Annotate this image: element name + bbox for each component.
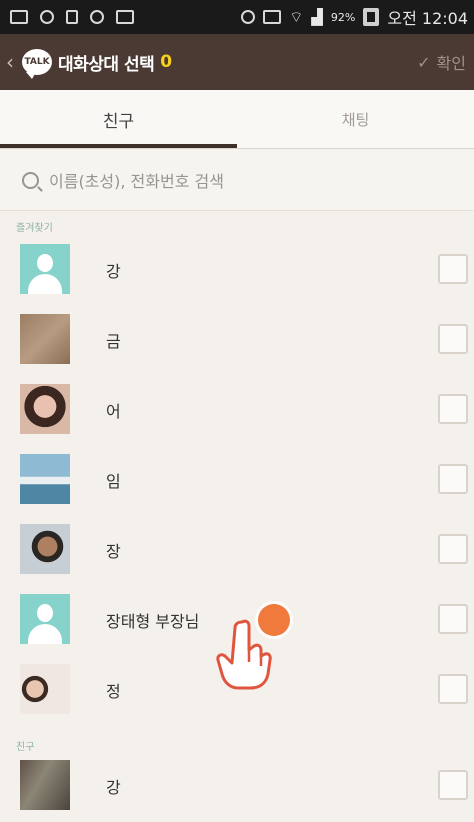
- contact-photo: [20, 454, 70, 504]
- talk-logo-text: TALK: [24, 57, 50, 67]
- confirm-label: 확인: [436, 54, 466, 73]
- contact-name: 임: [106, 472, 121, 491]
- wifi-icon: ⌔: [289, 7, 304, 26]
- talk-logo-icon: TALK: [22, 49, 52, 79]
- volte-icon: [263, 10, 282, 24]
- default-person-icon: [20, 594, 70, 644]
- contact-row[interactable]: 금: [0, 306, 474, 376]
- select-checkbox[interactable]: [438, 324, 468, 354]
- screen-notification-icon: [116, 10, 134, 24]
- contact-row[interactable]: 장: [0, 516, 474, 586]
- select-checkbox[interactable]: [438, 394, 468, 424]
- battery-percent: 92%: [330, 10, 356, 24]
- contact-name: 강: [106, 262, 121, 281]
- contact-name: 어: [106, 402, 121, 421]
- contact-photo: [20, 314, 70, 364]
- select-checkbox[interactable]: [438, 254, 468, 284]
- usb-notification-icon: [90, 10, 104, 24]
- contact-photo: [20, 384, 70, 434]
- app-header: ‹ TALK 대화상대 선택 0 ✓ 확인: [0, 34, 474, 90]
- section-header-favorites: 즐겨찾기: [16, 223, 53, 234]
- search-input[interactable]: 이름(초성), 전화번호 검색: [49, 168, 224, 192]
- tab-divider: [0, 148, 474, 149]
- contact-row[interactable]: 강: [0, 236, 474, 306]
- battery-icon: [363, 8, 380, 26]
- contact-name: 금: [106, 332, 121, 351]
- section-header-friends: 친구: [16, 742, 35, 753]
- contact-name: 장태형 부장님: [106, 612, 200, 631]
- confirm-button[interactable]: ✓ 확인: [417, 50, 466, 74]
- sync-notification-icon: [40, 10, 54, 24]
- contact-name: 정: [106, 682, 121, 701]
- tab-bar: 친구 채팅: [0, 90, 474, 148]
- selected-count: 0: [160, 52, 173, 72]
- select-checkbox[interactable]: [438, 604, 468, 634]
- contact-photo: [20, 760, 70, 810]
- status-bar: ⌔ ▟ 92% 오전 12:04: [0, 0, 474, 34]
- back-chevron-icon[interactable]: ‹: [6, 50, 20, 74]
- download-notification-icon: [66, 10, 78, 24]
- tab-friends[interactable]: 친구: [0, 90, 237, 148]
- contact-name: 장: [106, 542, 121, 561]
- clock: 오전 12:04: [387, 9, 468, 28]
- contact-photo: [20, 664, 70, 714]
- contact-name: 강: [106, 778, 121, 797]
- search-icon: [22, 171, 39, 189]
- contact-row[interactable]: 어: [0, 376, 474, 446]
- tab-chats[interactable]: 채팅: [237, 90, 474, 148]
- contact-row[interactable]: 강: [0, 752, 474, 822]
- select-checkbox[interactable]: [438, 770, 468, 800]
- search-bar[interactable]: 이름(초성), 전화번호 검색: [0, 150, 474, 211]
- check-icon: ✓: [417, 52, 431, 72]
- select-checkbox[interactable]: [438, 674, 468, 704]
- select-checkbox[interactable]: [438, 464, 468, 494]
- default-person-icon: [20, 244, 70, 294]
- contact-row[interactable]: 임: [0, 446, 474, 516]
- select-checkbox[interactable]: [438, 534, 468, 564]
- signal-icon: ▟: [311, 8, 323, 26]
- contact-photo: [20, 524, 70, 574]
- page-title: 대화상대 선택: [58, 54, 155, 75]
- gallery-notification-icon: [10, 10, 28, 24]
- pointing-hand-icon: [216, 619, 272, 690]
- alarm-icon: [241, 10, 256, 24]
